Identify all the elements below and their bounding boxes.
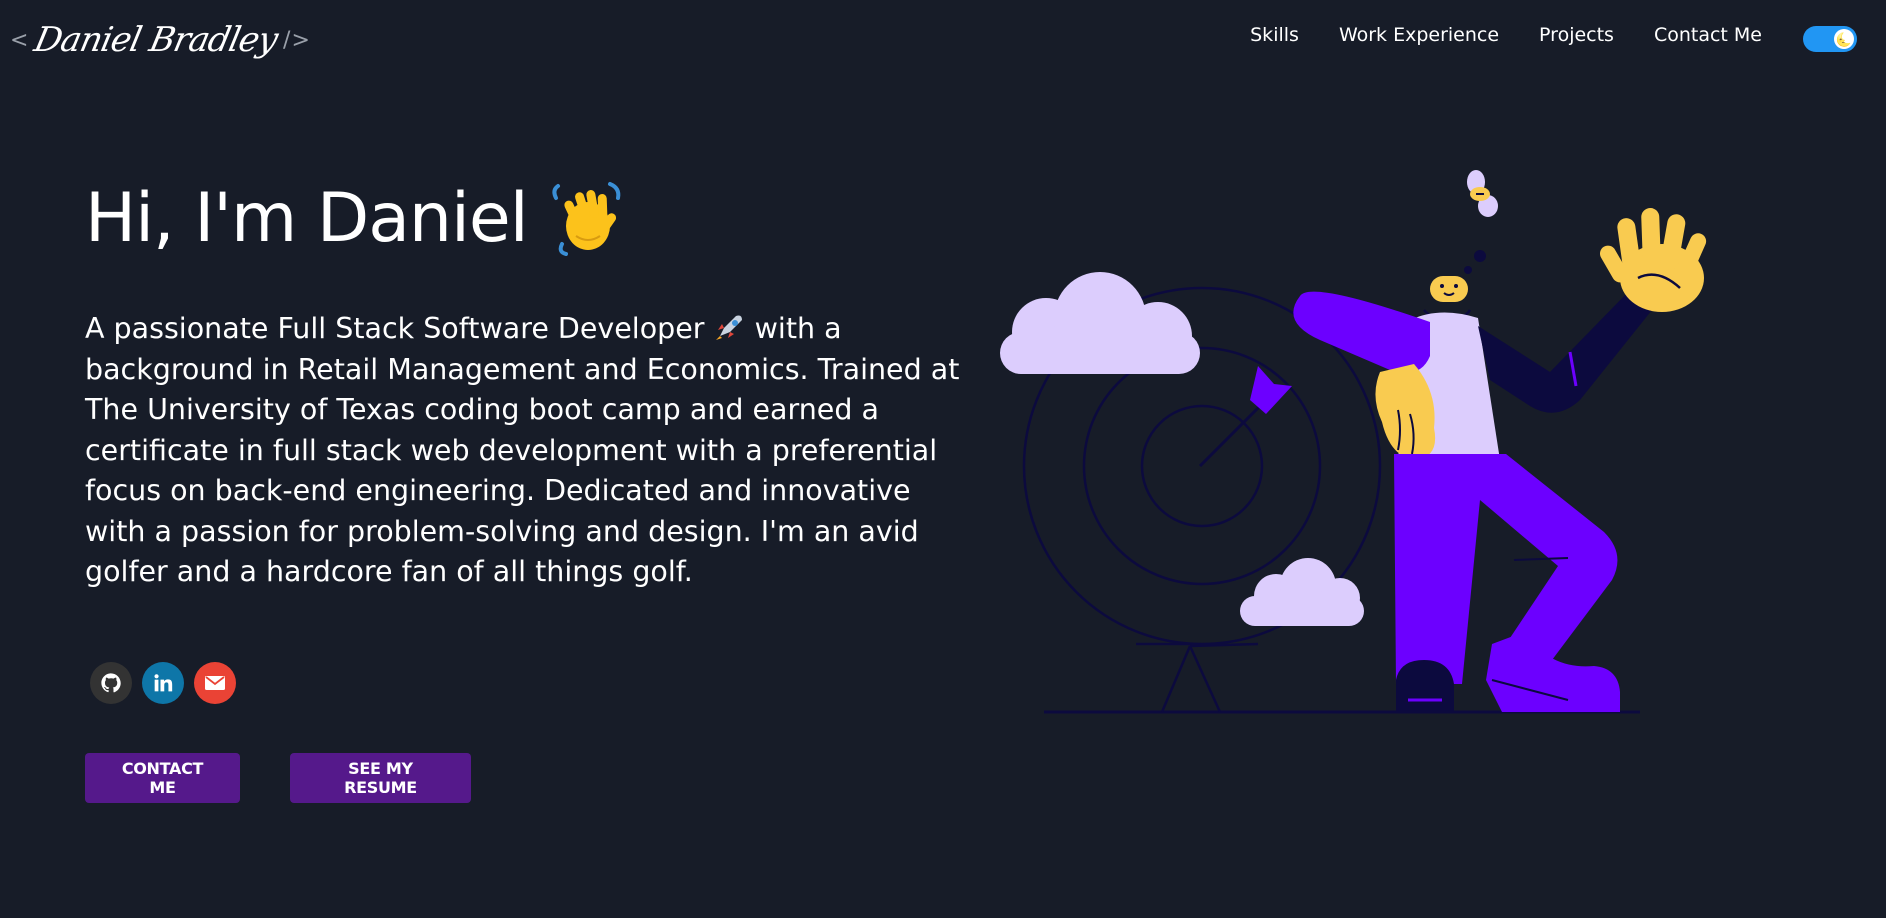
linkedin-link[interactable] (142, 662, 184, 704)
github-icon (101, 673, 121, 693)
rocket-icon (715, 315, 742, 340)
hero-bio: A passionate Full Stack Software Develop… (85, 309, 965, 593)
nav-work-experience[interactable]: Work Experience (1339, 24, 1499, 46)
social-links (90, 662, 236, 704)
see-my-resume-button[interactable]: SEE MY RESUME (290, 753, 471, 803)
greeting-text: Hi, I'm Daniel (85, 178, 529, 258)
logo-signature: Daniel Bradley (31, 20, 282, 60)
github-link[interactable] (90, 662, 132, 704)
contact-me-button[interactable]: CONTACT ME (85, 753, 240, 803)
character (1293, 208, 1707, 712)
logo-bracket-left: < (10, 27, 30, 53)
nav-skills[interactable]: Skills (1250, 24, 1299, 46)
main-nav: Skills Work Experience Projects Contact … (1250, 24, 1762, 46)
hero-greeting: Hi, I'm Daniel (85, 178, 624, 258)
bio-text-part2: with a background in Retail Management a… (85, 312, 960, 588)
mail-link[interactable] (194, 662, 236, 704)
cloud-large (1000, 272, 1200, 374)
character-hand (1600, 208, 1707, 312)
hero-illustration (1000, 170, 1707, 714)
bee (1467, 170, 1498, 217)
logo[interactable]: < Daniel Bradley /> (10, 12, 311, 68)
bio-text-part1: A passionate Full Stack Software Develop… (85, 312, 714, 345)
waving-hand-icon (552, 182, 620, 256)
linkedin-icon (154, 674, 173, 692)
nav-contact-me[interactable]: Contact Me (1654, 24, 1762, 46)
moon-icon: 🌜 (1834, 29, 1854, 49)
dart (1198, 366, 1292, 468)
logo-bracket-right: /> (283, 27, 311, 53)
nav-projects[interactable]: Projects (1539, 24, 1614, 46)
theme-toggle[interactable]: 🌜 (1803, 26, 1857, 52)
mail-icon (205, 676, 225, 690)
